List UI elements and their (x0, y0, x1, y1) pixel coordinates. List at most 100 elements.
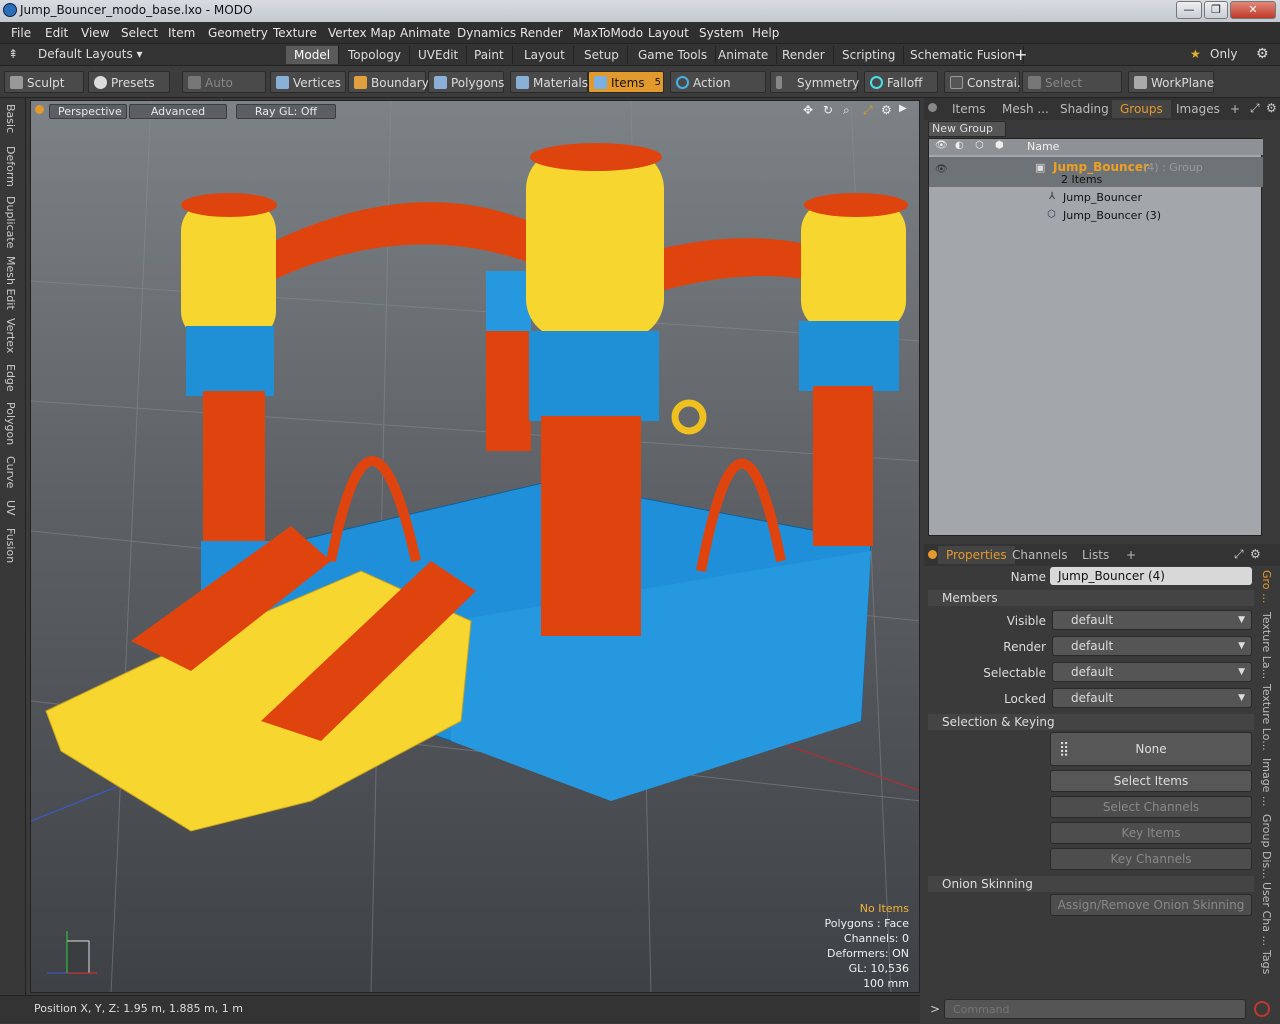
minimize-button[interactable]: — (1176, 1, 1202, 19)
tab-curve[interactable]: Curve (4, 456, 17, 488)
menu-render[interactable]: Render (520, 26, 563, 40)
key-items-button[interactable]: Key Items (1050, 822, 1252, 844)
constraints-button[interactable]: Constrai... (944, 71, 1028, 93)
action-center-button[interactable]: Action Center (670, 71, 766, 112)
auto-select-button[interactable]: Auto Select (182, 71, 266, 112)
tab-uvedit[interactable]: UVEdit (410, 46, 468, 64)
panel-gear-icon[interactable]: ⚙ (1250, 547, 1261, 561)
maximize-button[interactable]: ❐ (1204, 1, 1228, 19)
menu-geometry[interactable]: Geometry (208, 26, 268, 40)
tab-animate[interactable]: Animate (710, 46, 778, 64)
default-layouts-dropdown[interactable]: Default Layouts ▾ (38, 47, 143, 61)
tab-deform[interactable]: Deform (4, 146, 17, 187)
tab-tags[interactable]: Tags (1260, 950, 1273, 974)
presets-button[interactable]: Presets (88, 71, 170, 93)
viewport-expand-icon[interactable]: ▶ (899, 103, 907, 114)
expand-panel-icon[interactable]: ⤢ (1250, 101, 1260, 116)
tab-user-channels[interactable]: User Cha ... (1260, 882, 1273, 946)
tab-duplicate[interactable]: Duplicate (4, 196, 17, 248)
panel-menu-icon[interactable] (928, 550, 937, 559)
render-dropdown[interactable]: default ▼ (1052, 636, 1252, 656)
tab-shading[interactable]: Shading (1052, 100, 1117, 118)
tab-edge[interactable]: Edge (4, 364, 17, 392)
visible-dropdown[interactable]: default ▼ (1052, 610, 1252, 630)
menu-view[interactable]: View (81, 26, 109, 40)
new-group-button[interactable]: New Group (928, 121, 1006, 137)
name-field[interactable]: Jump_Bouncer (4) (1050, 567, 1252, 585)
menu-select[interactable]: Select (121, 26, 158, 40)
tab-layout[interactable]: Layout (516, 46, 574, 64)
menu-vertex-map[interactable]: Vertex Map (328, 26, 396, 40)
tab-mesh-edit[interactable]: Mesh Edit (4, 256, 17, 310)
tab-uv[interactable]: UV (4, 500, 17, 516)
viewport-menu-icon[interactable] (35, 105, 44, 114)
key-channels-button[interactable]: Key Channels (1050, 848, 1252, 870)
tab-game-tools[interactable]: Game Tools (630, 46, 717, 64)
panel-menu-icon[interactable] (928, 103, 937, 112)
only-toggle[interactable]: Only (1210, 47, 1238, 61)
tab-images[interactable]: Images (1168, 100, 1228, 118)
gear-icon[interactable]: ⚙ (1256, 46, 1269, 62)
tab-mesh[interactable]: Mesh ... (994, 100, 1057, 118)
tab-group-display[interactable]: Group Dis... (1260, 814, 1273, 879)
raygl-dropdown[interactable]: Ray GL: Off (236, 104, 336, 119)
zoom-view-icon[interactable]: ⌕ (843, 103, 850, 118)
selection-keying-section[interactable]: Selection & Keying (928, 714, 1254, 730)
tab-channels[interactable]: Channels (1004, 546, 1076, 564)
add-tab-button[interactable]: + (1222, 100, 1248, 118)
menu-help[interactable]: Help (752, 26, 779, 40)
falloff-button[interactable]: Falloff (864, 71, 938, 93)
onion-skinning-section[interactable]: Onion Skinning (928, 876, 1254, 892)
list-item[interactable]: ⬡ Jump_Bouncer (3) (929, 207, 1263, 225)
menu-dynamics[interactable]: Dynamics (457, 26, 516, 40)
close-button[interactable]: ✕ (1230, 1, 1276, 19)
members-section[interactable]: Members (928, 590, 1254, 606)
menu-texture[interactable]: Texture (273, 26, 317, 40)
materials-button[interactable]: Materials (510, 71, 588, 93)
items-button[interactable]: Items 5 (588, 71, 664, 93)
boundary-button[interactable]: Boundary (348, 71, 429, 93)
menu-file[interactable]: File (11, 26, 31, 40)
vertices-button[interactable]: Vertices 1 (270, 71, 346, 112)
command-input[interactable] (944, 999, 1246, 1019)
add-layout-button[interactable]: + (1014, 45, 1027, 64)
arrow-up-icon[interactable]: ⇞ (8, 47, 18, 61)
eye-icon[interactable]: 👁 (935, 164, 948, 175)
name-column-header[interactable]: Name (1027, 140, 1059, 153)
perspective-dropdown[interactable]: Perspective (49, 104, 127, 119)
sculpt-button[interactable]: Sculpt (4, 71, 84, 93)
tab-texture-layers[interactable]: Texture La... (1260, 612, 1273, 679)
assign-onion-button[interactable]: Assign/Remove Onion Skinning (1050, 894, 1252, 916)
tab-setup[interactable]: Setup (576, 46, 628, 64)
tab-texture-locators[interactable]: Texture Lo... (1260, 684, 1273, 751)
symmetry-button[interactable]: Symmetry (770, 71, 859, 93)
menu-system[interactable]: System (699, 26, 744, 40)
menu-maxtomodo[interactable]: MaxToModo (573, 26, 643, 40)
menu-edit[interactable]: Edit (45, 26, 68, 40)
group-row[interactable]: 👁 ▣ Jump_Bouncer (4) : Group 2 Items (929, 157, 1263, 187)
locked-dropdown[interactable]: default ▼ (1052, 688, 1252, 708)
select-through-button[interactable]: Select Through (1022, 71, 1122, 112)
viewport-settings-icon[interactable]: ⚙ (881, 103, 892, 117)
select-items-button[interactable]: Select Items (1050, 770, 1252, 792)
tab-groups[interactable]: Groups (1112, 100, 1171, 118)
add-tab-button[interactable]: + (1118, 546, 1144, 564)
workplane-button[interactable]: WorkPlane (1128, 71, 1214, 93)
tab-group[interactable]: Gro ... (1260, 570, 1273, 604)
tab-image[interactable]: Image ... (1260, 758, 1273, 806)
none-button[interactable]: ⣿ None (1050, 732, 1252, 766)
move-view-icon[interactable]: ✥ (803, 103, 813, 117)
tab-render[interactable]: Render (774, 46, 834, 64)
record-icon[interactable] (1254, 1001, 1270, 1017)
tab-basic[interactable]: Basic (4, 104, 17, 133)
select-channels-button[interactable]: Select Channels (1050, 796, 1252, 818)
tab-fusion[interactable]: Fusion (4, 528, 17, 563)
menu-layout[interactable]: Layout (648, 26, 689, 40)
tab-lists[interactable]: Lists (1074, 546, 1117, 564)
rotate-view-icon[interactable]: ↻ (823, 103, 833, 117)
selectable-dropdown[interactable]: default ▼ (1052, 662, 1252, 682)
tab-items[interactable]: Items (944, 100, 994, 118)
tab-polygon[interactable]: Polygon (4, 402, 17, 445)
tab-schematic-fusion[interactable]: Schematic Fusion (902, 46, 1025, 64)
polygons-button[interactable]: Polygons (428, 71, 504, 93)
